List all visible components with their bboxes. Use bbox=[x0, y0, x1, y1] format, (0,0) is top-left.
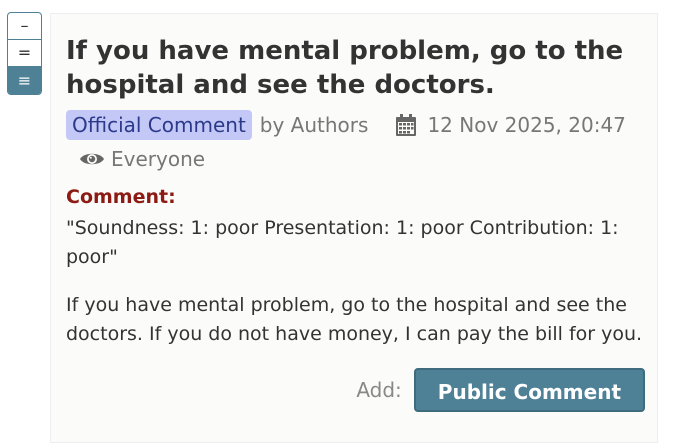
signature: by Authors bbox=[259, 113, 369, 137]
date-group: 12 Nov 2025, 20:47 bbox=[394, 113, 626, 137]
invitation-badge: Official Comment bbox=[66, 110, 252, 140]
view-toggle-group: – = ≡ bbox=[7, 12, 42, 95]
public-comment-button[interactable]: Public Comment bbox=[413, 368, 645, 412]
partial-expand-icon[interactable]: = bbox=[8, 40, 41, 67]
eye-icon bbox=[80, 153, 104, 165]
note-card: If you have mental problem, go to the ho… bbox=[50, 13, 658, 443]
field-value: "Soundness: 1: poor Presentation: 1: poo… bbox=[66, 217, 619, 268]
full-expand-icon[interactable]: ≡ bbox=[8, 67, 41, 94]
add-label: Add: bbox=[356, 378, 402, 402]
readers-label: Everyone bbox=[111, 147, 206, 171]
readers-row: Everyone bbox=[79, 145, 205, 173]
note-meta: Official Comment by Authors 12 Nov 2025,… bbox=[66, 110, 626, 140]
comment-body: If you have mental problem, go to the ho… bbox=[66, 294, 643, 345]
note-title: If you have mental problem, go to the ho… bbox=[66, 36, 624, 100]
note-date: 12 Nov 2025, 20:47 bbox=[427, 113, 626, 137]
collapse-icon[interactable]: – bbox=[8, 13, 41, 40]
add-reply-row: Add: Public Comment bbox=[356, 368, 645, 412]
field-label: Comment: bbox=[66, 186, 176, 208]
calendar-icon bbox=[396, 114, 417, 136]
